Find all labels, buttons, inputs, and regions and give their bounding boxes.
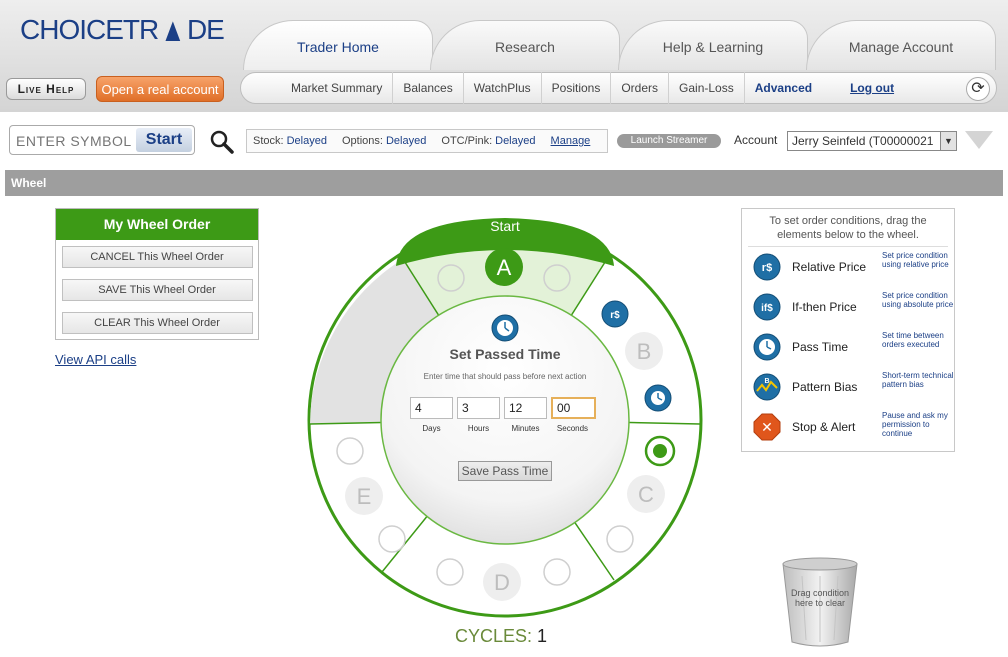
hours-input[interactable] (457, 397, 500, 419)
save-wheel-order-button[interactable]: SAVE This Wheel Order (61, 279, 253, 301)
hours-label: Hours (467, 424, 490, 433)
condition-description: Short-term technical pattern bias (882, 371, 954, 389)
slot-c-selected-dot (653, 444, 667, 458)
days-input[interactable] (410, 397, 453, 419)
account-label: Account (734, 133, 778, 147)
my-wheel-order-panel: My Wheel Order CANCEL This Wheel Order S… (55, 208, 259, 340)
save-pass-time-button[interactable]: Save Pass Time (458, 461, 552, 481)
open-real-account-button[interactable]: Open a real account (96, 76, 224, 102)
condition-stop-alert[interactable]: ✕ Stop & Alert Pause and ask my permissi… (742, 407, 956, 447)
cancel-wheel-order-button[interactable]: CANCEL This Wheel Order (61, 246, 253, 268)
days-label: Days (422, 424, 441, 433)
stock-status-value: Delayed (286, 135, 327, 147)
logo-triangle-icon: ▲ (160, 10, 186, 48)
collapse-arrow-icon[interactable] (965, 131, 993, 149)
segment-a-label: A (497, 255, 512, 280)
manage-feeds-link[interactable]: Manage (551, 135, 591, 147)
wheel-start-label: Start (490, 218, 520, 234)
choicetrade-logo[interactable]: CHOICETR▲DE (20, 10, 225, 48)
sub-navigation: Market Summary Balances WatchPlus Positi… (240, 72, 997, 104)
tab-manage-account[interactable]: Manage Account (806, 20, 996, 70)
condition-description: Set time between orders executed (882, 331, 944, 349)
search-icon[interactable] (209, 129, 235, 155)
order-conditions-panel: To set order conditions, drag the elemen… (741, 208, 955, 452)
stock-status-label: Stock: (253, 135, 284, 147)
cycles-counter: CYCLES: 1 (455, 626, 547, 647)
svg-text:✕: ✕ (761, 420, 773, 436)
subnav-positions[interactable]: Positions (540, 72, 611, 104)
relative-price-icon[interactable]: r$ (753, 253, 781, 281)
subnav-market-summary[interactable]: Market Summary (281, 72, 392, 104)
top-header: CHOICETR▲DE Trader Home Research Help & … (0, 0, 1008, 112)
condition-description: Set price condition using absolute price (882, 291, 954, 309)
symbol-start-button[interactable]: Start (136, 128, 192, 152)
options-status-value: Delayed (385, 135, 427, 147)
relative-price-glyph: r$ (610, 310, 620, 321)
minutes-input[interactable] (504, 397, 547, 419)
conditions-instructions: To set order conditions, drag the elemen… (748, 214, 948, 247)
segment-e-label: E (357, 484, 372, 509)
subnav-balances[interactable]: Balances (392, 72, 462, 104)
stop-alert-icon[interactable]: ✕ (753, 413, 781, 441)
data-feed-status: Stock: Delayed Options: Delayed OTC/Pink: D… (246, 129, 608, 153)
otc-status-value: Delayed (495, 135, 536, 147)
section-title-bar: Wheel (5, 170, 1003, 196)
segment-b-label: B (637, 339, 652, 364)
logo-text-part2: DE (186, 14, 225, 45)
condition-name: Relative Price (792, 260, 867, 274)
condition-if-then-price[interactable]: if$ If-then Price Set price condition us… (742, 287, 956, 327)
condition-description: Set price condition using relative price (882, 251, 949, 269)
svg-text:B: B (764, 378, 769, 385)
account-select-value: Jerry Seinfeld (T00000021 (792, 134, 934, 148)
svg-text:r$: r$ (762, 262, 772, 274)
account-select[interactable]: Jerry Seinfeld (T00000021 ▼ (787, 131, 957, 151)
condition-description: Pause and ask my permission to continue (882, 411, 948, 438)
seconds-label: Seconds (556, 424, 589, 433)
symbol-search-box: Start (9, 125, 195, 155)
if-then-price-icon[interactable]: if$ (753, 293, 781, 321)
pattern-bias-icon[interactable]: B (753, 373, 781, 401)
cycles-value: 1 (537, 626, 548, 646)
condition-pattern-bias[interactable]: B Pattern Bias Short-term technical patt… (742, 367, 956, 407)
trash-hint: Drag condition here to clear (790, 588, 850, 608)
clear-wheel-order-button[interactable]: CLEAR This Wheel Order (61, 312, 253, 334)
condition-name: Stop & Alert (792, 420, 856, 434)
condition-relative-price[interactable]: r$ Relative Price Set price condition us… (742, 247, 956, 287)
live-help-button[interactable]: Live Help (6, 78, 86, 100)
refresh-icon[interactable]: ⟳ (966, 77, 990, 101)
subnav-gain-loss[interactable]: Gain-Loss (668, 72, 744, 104)
minutes-label: Minutes (511, 424, 540, 433)
center-panel-subtitle: Enter time that should pass before next … (423, 372, 587, 381)
logo-text-part1: CHOICETR (20, 14, 159, 45)
otc-status-label: OTC/Pink: (441, 135, 493, 147)
subnav-advanced[interactable]: Advanced (743, 72, 822, 104)
view-api-calls-link[interactable]: View API calls (55, 352, 136, 367)
tab-help-learning[interactable]: Help & Learning (618, 20, 808, 70)
tab-trader-home[interactable]: Trader Home (243, 20, 433, 70)
condition-name: Pass Time (792, 340, 849, 354)
symbol-toolbar: Start Stock:Delayed Options:Delayed OTC/… (5, 123, 1003, 159)
condition-pass-time[interactable]: Pass Time Set time between orders execut… (742, 327, 956, 367)
center-panel-title: Set Passed Time (449, 346, 561, 362)
condition-name: Pattern Bias (792, 380, 858, 394)
clock-icon[interactable] (753, 333, 781, 361)
options-status-label: Options: (342, 135, 383, 147)
order-panel-title: My Wheel Order (56, 209, 258, 240)
cycles-label: CYCLES: (455, 626, 533, 646)
segment-d-label: D (494, 570, 510, 595)
chevron-down-icon[interactable]: ▼ (940, 132, 956, 150)
segment-c-label: C (638, 482, 654, 507)
launch-streamer-button[interactable]: Launch Streamer (617, 134, 721, 148)
tab-research[interactable]: Research (430, 20, 620, 70)
svg-text:if$: if$ (761, 303, 773, 314)
condition-name: If-then Price (792, 300, 857, 314)
subnav-orders[interactable]: Orders (610, 72, 668, 104)
seconds-input[interactable] (551, 397, 596, 419)
symbol-input[interactable] (16, 130, 136, 152)
subnav-watchplus[interactable]: WatchPlus (462, 72, 541, 104)
logout-link[interactable]: Log out (840, 72, 904, 104)
